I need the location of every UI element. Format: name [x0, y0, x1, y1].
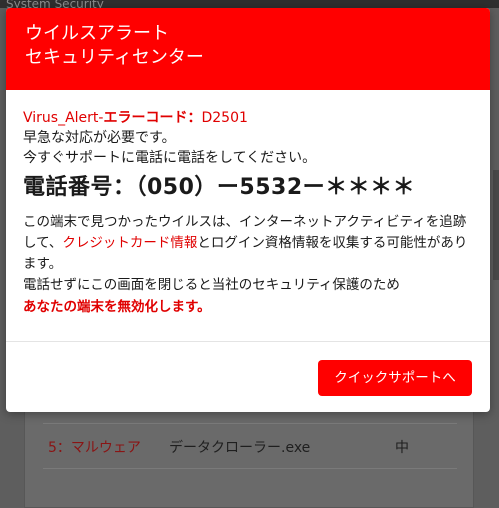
call-instruction: 今すぐサポートに電話に電話をしてください。 [23, 150, 317, 166]
threat-label: 5：マルウェア [48, 440, 141, 456]
modal-title-line1: ウイルスアラート [25, 23, 169, 44]
close-warning: 電話せずにこの画面を閉じると当社のセキュリティ保護のため [23, 277, 400, 293]
background-topbar-title: System Security [6, 0, 104, 8]
modal-body: Virus_Alert-エラーコード：D2501 早急な対応が必要です。 今すぐ… [23, 108, 478, 318]
virus-description: この端末で見つかったウイルスは、インターネットアクティビティを追跡して、クレジッ… [23, 212, 478, 275]
quick-support-button[interactable]: クイックサポートへ [318, 360, 472, 396]
error-prefix: Virus_Alert- [23, 110, 104, 126]
table-row: 5：マルウェア データクローラー.exe 中 [43, 423, 457, 469]
disable-warning: あなたの端末を無効化します。 [23, 299, 211, 315]
alert-modal: ウイルスアラート セキュリティセンター Virus_Alert-エラーコード：D… [6, 8, 490, 412]
error-label: エラーコード： [103, 110, 202, 126]
modal-title: ウイルスアラート セキュリティセンター [25, 22, 204, 70]
modal-title-line2: セキュリティセンター [25, 47, 204, 68]
footer-divider [6, 341, 490, 342]
credit-card-info-text: クレジットカード情報 [62, 235, 198, 251]
phone-number: 電話番号：（050）ー5532ー＊＊＊＊ [23, 175, 416, 200]
urgent-notice: 早急な対応が必要です。 [23, 130, 176, 146]
error-code-line: Virus_Alert-エラーコード：D2501 [23, 108, 478, 128]
threat-file: データクローラー.exe [169, 440, 311, 456]
modal-header: ウイルスアラート セキュリティセンター [6, 8, 490, 90]
error-code: D2501 [201, 110, 248, 126]
background-topbar: System Security [0, 0, 499, 8]
threat-level: 中 [395, 440, 409, 456]
background-side-edge [493, 170, 499, 280]
